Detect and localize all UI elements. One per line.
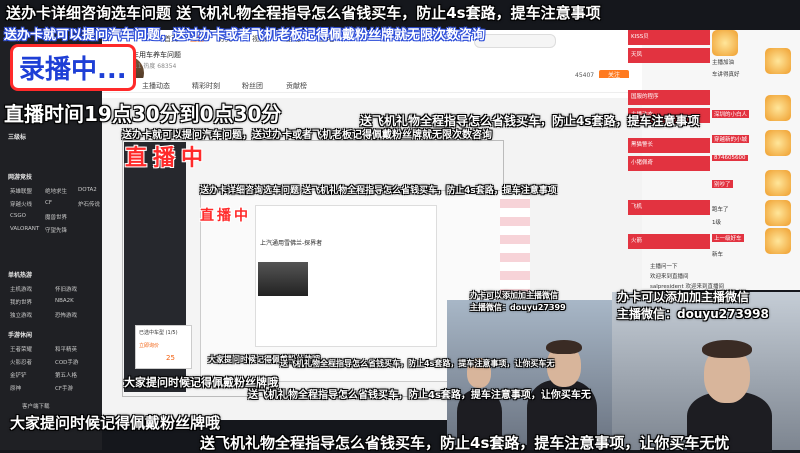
car-image bbox=[258, 262, 308, 296]
gift-row: 天凤 bbox=[628, 48, 710, 63]
fan-badge-icon bbox=[765, 200, 791, 226]
sidebar-section-title[interactable]: 网游竞技 bbox=[8, 172, 32, 181]
fan-badge-icon bbox=[765, 95, 791, 121]
gift-row: 黑猫警长 bbox=[628, 138, 710, 153]
chat-message: 新车 bbox=[712, 252, 724, 258]
sidebar-item[interactable]: 守望先锋 bbox=[45, 226, 67, 234]
chat-message: 深圳的小白人 bbox=[712, 110, 750, 118]
nested-top-banner: 送办卡详细咨询选车问题 送飞机礼物全程指导怎么省钱买车，防止4s套路，提车注意事… bbox=[200, 186, 557, 196]
fan-badge-icon bbox=[765, 130, 791, 156]
sidebar-item[interactable]: 炉石传说 bbox=[78, 200, 100, 208]
gift-column: KISS贝 天凤 国服的程序 主播动态 黑猫警长 小猪佩奇 飞机 火箭 bbox=[628, 30, 710, 290]
sidebar-section-title[interactable]: 手游休闲 bbox=[8, 330, 32, 339]
sidebar-item[interactable]: 怀旧游戏 bbox=[55, 285, 77, 293]
car-model-title: 上汽通用雪佛兰-探界者 bbox=[260, 240, 323, 247]
sidebar-item[interactable]: NBA2K bbox=[55, 298, 74, 304]
sidebar-item[interactable]: 恐怖游戏 bbox=[55, 311, 77, 319]
sidebar-item[interactable]: 穿越火线 bbox=[10, 200, 32, 208]
remind-banner: 大家提问时候记得佩戴粉丝牌哦 bbox=[10, 414, 221, 432]
sidebar-item[interactable]: 第五人格 bbox=[55, 371, 77, 379]
recording-badge: 录播中... bbox=[10, 44, 136, 91]
popup-title: 已选中车型 (1/5) bbox=[139, 330, 178, 336]
wechat-banner: 办卡可以添加加主播微信 bbox=[617, 290, 750, 304]
nested-banner: 送办卡就可以提问汽车问题，送过办卡或者飞机老板记得佩戴粉丝牌就无限次数咨询 bbox=[122, 130, 492, 141]
gift-row: 飞机 bbox=[628, 200, 710, 215]
sidebar-item[interactable]: 英雄联盟 bbox=[10, 187, 32, 195]
sidebar-item[interactable]: CSGO bbox=[10, 213, 26, 219]
live-stamp: 直播中 bbox=[125, 146, 210, 171]
chat-message: 874605600 bbox=[712, 155, 748, 161]
chat-message: 1级 bbox=[712, 220, 721, 226]
room-tabs: 主播动态 精彩时刻 粉丝团 贡献榜 bbox=[102, 78, 642, 93]
sidebar-item[interactable]: 金铲铲 bbox=[10, 371, 27, 379]
sidebar-section-title[interactable]: 单机热游 bbox=[8, 270, 32, 279]
room-tab[interactable]: 主播动态 bbox=[142, 81, 170, 91]
gift-banner-low: 送飞机礼物全程指导怎么省钱买车，防止4s套路，提车注意事项，让你买车无 bbox=[248, 390, 591, 401]
wechat-id-small: 主播微信：douyu27399 bbox=[470, 303, 566, 312]
streamer-hair bbox=[702, 340, 752, 358]
wechat-banner-small: 办卡可以添加加主播微信 bbox=[470, 291, 558, 300]
room-tab[interactable]: 贡献榜 bbox=[286, 81, 307, 91]
download-client-link[interactable]: 客户端下载 bbox=[22, 402, 50, 410]
popup-action[interactable]: 立即询价 bbox=[139, 342, 159, 349]
gift-row: 小猪佩奇 bbox=[628, 156, 710, 171]
sidebar-item[interactable]: 独立游戏 bbox=[10, 311, 32, 319]
sidebar-item[interactable]: 我的世界 bbox=[10, 298, 32, 306]
room-tab[interactable]: 粉丝团 bbox=[242, 81, 263, 91]
sidebar-item[interactable]: 绝地求生 bbox=[45, 187, 67, 195]
room-tab[interactable]: 精彩时刻 bbox=[192, 81, 220, 91]
chat-message: 主播问一下 bbox=[650, 264, 678, 270]
top-banner: 送办卡详细咨询选车问题 送飞机礼物全程指导怎么省钱买车，防止4s套路，提车注意事… bbox=[6, 4, 601, 22]
chat-message: 别吵了 bbox=[712, 180, 733, 188]
gift-banner-mid: 送飞机礼物全程指导怎么省钱买车，防止4s套路，提车注意事项，让你买车无 bbox=[280, 359, 555, 368]
popup-value: 25 bbox=[166, 354, 175, 362]
sidebar-item[interactable]: COD手游 bbox=[55, 358, 78, 366]
sidebar-item[interactable]: 魔兽世界 bbox=[45, 213, 67, 221]
sidebar-item[interactable]: CF手游 bbox=[55, 384, 73, 392]
chat-message: 穿越新的小城 bbox=[712, 135, 750, 143]
sidebar-item[interactable]: 主机游戏 bbox=[10, 285, 32, 293]
live-stamp-small: 直播中 bbox=[200, 208, 251, 224]
sidebar-item[interactable]: VALORANT bbox=[10, 226, 39, 232]
second-banner: 送办卡就可以提问汽车问题，送过办卡或者飞机老板记得佩戴粉丝牌就无限次数咨询 bbox=[4, 28, 486, 43]
chat-message: 主播加油 bbox=[712, 60, 735, 66]
price-popup: 已选中车型 (1/5) 立即询价 25 bbox=[135, 325, 192, 369]
sidebar-header: 三级标 bbox=[8, 134, 27, 141]
fan-badge-icon bbox=[765, 228, 791, 254]
sidebar-item[interactable]: 和平精英 bbox=[55, 345, 77, 353]
left-sidebar: 三级标 网游竞技 英雄联盟 绝地求生 DOTA2 穿越火线 CF 炉石传说 CS… bbox=[0, 30, 102, 450]
chat-message: 跑车了 bbox=[712, 207, 729, 213]
gift-row: 火箭 bbox=[628, 234, 710, 249]
gift-row: KISS贝 bbox=[628, 30, 710, 45]
wechat-id: 主播微信：douyu273998 bbox=[617, 307, 769, 321]
chat-message: 上一级好车 bbox=[712, 234, 744, 242]
streamer-hair bbox=[546, 340, 582, 354]
chat-message: 车讲得真好 bbox=[712, 72, 740, 78]
sidebar-item[interactable]: DOTA2 bbox=[78, 187, 97, 193]
sidebar-item[interactable]: 原神 bbox=[10, 384, 21, 392]
chat-message: 欢迎来到直播间 bbox=[650, 274, 689, 280]
webcam-nested bbox=[447, 300, 627, 450]
sidebar-item[interactable]: CF bbox=[45, 200, 52, 206]
gift-row: 国服的程序 bbox=[628, 90, 710, 105]
sidebar-item[interactable]: 火影忍者 bbox=[10, 358, 32, 366]
fan-badge-icon bbox=[765, 170, 791, 196]
search-input[interactable] bbox=[474, 34, 556, 48]
schedule-text: 直播时间19点30分到0点30分 bbox=[4, 102, 282, 126]
fan-badge-icon bbox=[712, 30, 738, 56]
fan-badge-icon bbox=[765, 48, 791, 74]
sidebar-item[interactable]: 王者荣耀 bbox=[10, 345, 32, 353]
